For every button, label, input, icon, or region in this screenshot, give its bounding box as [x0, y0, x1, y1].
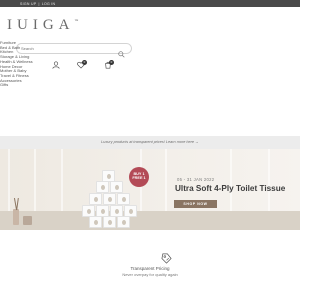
curtain-fold	[34, 149, 36, 211]
curtain-fold	[8, 149, 10, 211]
feature-subtitle: Never overpay for quality again	[122, 272, 178, 277]
category-item-gifts[interactable]: Gifts	[0, 83, 30, 88]
cart-count-badge: 0	[109, 60, 114, 65]
tabletop	[0, 211, 300, 230]
tissue-roll	[117, 193, 130, 205]
sign-up-link[interactable]: SIGN UP	[20, 2, 37, 6]
curtain-fold	[61, 149, 63, 211]
tissue-roll	[110, 181, 123, 193]
trademark-mark: ™	[74, 18, 79, 23]
curtain-fold	[268, 149, 270, 211]
tissue-roll	[89, 193, 102, 205]
shop-now-button[interactable]: SHOP NOW	[174, 200, 217, 208]
search-bar[interactable]	[16, 43, 132, 58]
tissue-roll	[96, 181, 109, 193]
tissue-roll	[89, 216, 102, 228]
search-icon[interactable]	[118, 45, 125, 63]
brand-name: IUIGA	[7, 17, 75, 33]
wishlist-count-badge: 0	[82, 60, 87, 65]
promo-badge: BUY 1 FREE 1	[129, 167, 149, 187]
log-in-link[interactable]: LOG IN	[42, 2, 56, 6]
account-links: SIGN UP | LOG IN	[20, 0, 55, 7]
category-menu: Furniture Bed & Bath Kitchen Storage & L…	[0, 40, 33, 88]
wishlist-icon[interactable]: 0	[77, 56, 87, 74]
tissue-roll	[103, 216, 116, 228]
user-icon[interactable]	[52, 56, 60, 74]
promo-date: 05 - 31 JAN 2022	[177, 177, 215, 182]
reed-diffuser-image	[13, 209, 19, 225]
feature-title: Transparent Pricing	[130, 266, 170, 271]
tissue-roll	[117, 216, 130, 228]
plant-pot-image	[23, 216, 32, 225]
curtain-fold	[230, 149, 232, 211]
cart-icon[interactable]: 0	[104, 56, 114, 74]
tissue-roll	[103, 193, 116, 205]
brand-logo[interactable]: IUIGA™	[7, 17, 78, 34]
link-separator: |	[38, 1, 40, 6]
page: SIGN UP | LOG IN IUIGA™ 0 0 Furniture Be…	[0, 0, 300, 300]
announcement-bar[interactable]: Luxury products at transparent prices! L…	[0, 136, 300, 149]
promo-title: Ultra Soft 4-Ply Toilet Tissue	[175, 184, 286, 193]
promo-badge-line2: FREE 1	[132, 176, 146, 181]
top-bar: SIGN UP | LOG IN	[0, 0, 300, 7]
search-input[interactable]	[21, 45, 111, 52]
curtain-fold	[165, 149, 167, 211]
